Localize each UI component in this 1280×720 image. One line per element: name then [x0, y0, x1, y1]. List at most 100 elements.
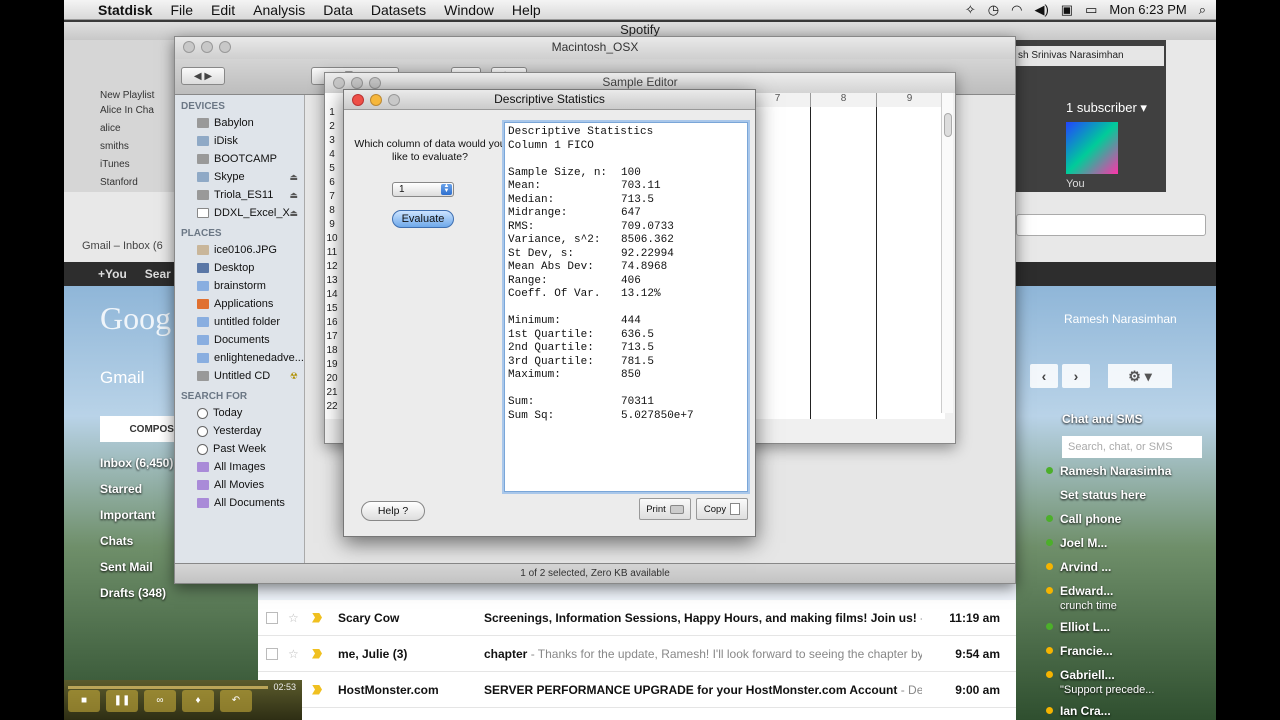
- volume-icon[interactable]: ◀): [1034, 2, 1048, 18]
- gear-icon[interactable]: ⚙ ▾: [1108, 364, 1172, 388]
- menu-edit[interactable]: Edit: [211, 2, 235, 18]
- row-checkbox[interactable]: [266, 611, 278, 624]
- back-forward-button[interactable]: ◀ ▶: [181, 67, 225, 85]
- zoom-icon[interactable]: [388, 94, 400, 106]
- chat-item[interactable]: Edward... crunch time: [1046, 584, 1171, 620]
- column-select[interactable]: 1 ▲ ▼: [392, 182, 454, 197]
- star-icon[interactable]: ☆: [288, 611, 302, 625]
- zoom-icon[interactable]: [369, 77, 381, 89]
- print-button[interactable]: Print: [639, 498, 691, 520]
- subscriber-count[interactable]: 1 subscriber ▾: [1066, 100, 1147, 116]
- plus-you-link[interactable]: +You: [98, 267, 127, 281]
- evaluate-button[interactable]: Evaluate: [392, 210, 454, 228]
- eject-icon[interactable]: ⏏: [289, 172, 298, 183]
- minimize-icon[interactable]: [351, 77, 363, 89]
- newer-button[interactable]: ›: [1062, 364, 1090, 388]
- bluetooth-icon[interactable]: ✧: [965, 2, 976, 18]
- chat-item[interactable]: Joel M...: [1046, 536, 1171, 560]
- sidebar-item-search[interactable]: Today: [175, 404, 304, 422]
- nav-chats[interactable]: Chats: [100, 534, 173, 560]
- sidebar-item-place[interactable]: brainstorm: [175, 277, 304, 295]
- app-menu[interactable]: Statdisk: [98, 2, 152, 18]
- search-link[interactable]: Sear: [145, 267, 171, 281]
- descriptive-titlebar[interactable]: Descriptive Statistics: [344, 90, 755, 110]
- spotify-sidebar-item[interactable]: Alice In Cha: [64, 103, 174, 121]
- spotify-sidebar-item[interactable]: New Playlist: [64, 40, 174, 103]
- chat-item[interactable]: Francie...: [1046, 644, 1171, 668]
- spotify-sidebar-item[interactable]: Stanford: [64, 175, 174, 193]
- chat-item[interactable]: Call phone: [1046, 512, 1171, 536]
- close-icon[interactable]: [333, 77, 345, 89]
- input-menu-icon[interactable]: ▣: [1061, 2, 1073, 18]
- sidebar-item-idisk[interactable]: iDisk: [175, 132, 304, 150]
- account-name[interactable]: Ramesh Narasimhan: [1064, 312, 1177, 326]
- close-icon[interactable]: [352, 94, 364, 106]
- sidebar-item-search[interactable]: All Documents: [175, 494, 304, 512]
- eject-icon[interactable]: ⏏: [289, 208, 298, 219]
- spotlight-search-icon[interactable]: ⌕: [1199, 2, 1206, 18]
- row-checkbox[interactable]: [266, 647, 278, 660]
- pause-icon[interactable]: ❚❚: [106, 690, 138, 712]
- sidebar-item-triola[interactable]: Triola_ES11 ⏏: [175, 186, 304, 204]
- minimize-icon[interactable]: [201, 41, 213, 53]
- sidebar-item-ddxl[interactable]: DDXL_Excel_X ⏏: [175, 204, 304, 222]
- stop-icon[interactable]: ■: [68, 690, 100, 712]
- close-icon[interactable]: [183, 41, 195, 53]
- results-text-area[interactable]: Descriptive Statistics Column 1 FICO Sam…: [504, 122, 748, 492]
- chat-item[interactable]: Ian Cra...: [1046, 704, 1171, 720]
- sidebar-item-place[interactable]: Desktop: [175, 259, 304, 277]
- time-machine-icon[interactable]: ◷: [988, 2, 999, 18]
- sidebar-item-bootcamp[interactable]: BOOTCAMP: [175, 150, 304, 168]
- nav-important[interactable]: Important: [100, 508, 173, 534]
- star-icon[interactable]: ☆: [288, 647, 302, 661]
- burn-icon[interactable]: ☢: [290, 371, 298, 382]
- menu-datasets[interactable]: Datasets: [371, 2, 426, 18]
- battery-icon[interactable]: ▭: [1085, 2, 1097, 18]
- wifi-icon[interactable]: ◠: [1011, 2, 1022, 18]
- menu-clock[interactable]: Mon 6:23 PM: [1109, 2, 1186, 17]
- browser-tab[interactable]: Gmail – Inbox (6: [82, 240, 163, 252]
- loop-icon[interactable]: ∞: [144, 690, 176, 712]
- nav-inbox[interactable]: Inbox (6,450): [100, 456, 173, 482]
- volume-icon[interactable]: ♦: [182, 690, 214, 712]
- spotify-sidebar-item[interactable]: smiths: [64, 139, 174, 157]
- chat-item[interactable]: Ramesh Narasimha: [1046, 464, 1171, 488]
- nav-sent-mail[interactable]: Sent Mail: [100, 560, 173, 586]
- vertical-scrollbar[interactable]: [941, 93, 953, 413]
- sidebar-item-place[interactable]: Documents: [175, 331, 304, 349]
- column-header[interactable]: 9: [877, 93, 943, 107]
- back-icon[interactable]: ↶: [220, 690, 252, 712]
- help-button[interactable]: Help ?: [361, 501, 425, 521]
- copy-button[interactable]: Copy: [696, 498, 748, 520]
- sidebar-item-babylon[interactable]: Babylon: [175, 114, 304, 132]
- chat-item[interactable]: Arvind ...: [1046, 560, 1171, 584]
- column-header[interactable]: 8: [811, 93, 877, 107]
- sidebar-item-search[interactable]: Yesterday: [175, 422, 304, 440]
- spotify-user-name[interactable]: sh Srinivas Narasimhan: [1014, 46, 1164, 66]
- sidebar-item-skype[interactable]: Skype ⏏: [175, 168, 304, 186]
- sidebar-item-search[interactable]: All Movies: [175, 476, 304, 494]
- sidebar-item-place[interactable]: untitled folder: [175, 313, 304, 331]
- important-marker-icon[interactable]: [312, 684, 322, 695]
- address-bar[interactable]: [1016, 214, 1206, 236]
- sidebar-item-place[interactable]: Untitled CD ☢: [175, 367, 304, 385]
- chat-item[interactable]: Elliot L...: [1046, 620, 1171, 644]
- minimize-icon[interactable]: [370, 94, 382, 106]
- progress-bar[interactable]: [68, 686, 268, 689]
- spotify-sidebar-item[interactable]: alice: [64, 121, 174, 139]
- sidebar-item-search[interactable]: All Images: [175, 458, 304, 476]
- eject-icon[interactable]: ⏏: [289, 190, 298, 201]
- menu-analysis[interactable]: Analysis: [253, 2, 305, 18]
- nav-drafts[interactable]: Drafts (348): [100, 586, 173, 612]
- sidebar-item-search[interactable]: Past Week: [175, 440, 304, 458]
- gmail-title[interactable]: Gmail: [100, 368, 144, 388]
- important-marker-icon[interactable]: [312, 612, 322, 623]
- sidebar-item-place[interactable]: Applications: [175, 295, 304, 313]
- chat-item[interactable]: Gabriell... "Support precede...: [1046, 668, 1171, 704]
- menu-help[interactable]: Help: [512, 2, 541, 18]
- scrollbar-thumb[interactable]: [944, 113, 952, 137]
- chat-search-input[interactable]: Search, chat, or SMS: [1062, 436, 1202, 458]
- chat-item[interactable]: Set status here: [1060, 488, 1171, 512]
- menu-file[interactable]: File: [170, 2, 193, 18]
- spotify-sidebar-item[interactable]: iTunes: [64, 157, 174, 175]
